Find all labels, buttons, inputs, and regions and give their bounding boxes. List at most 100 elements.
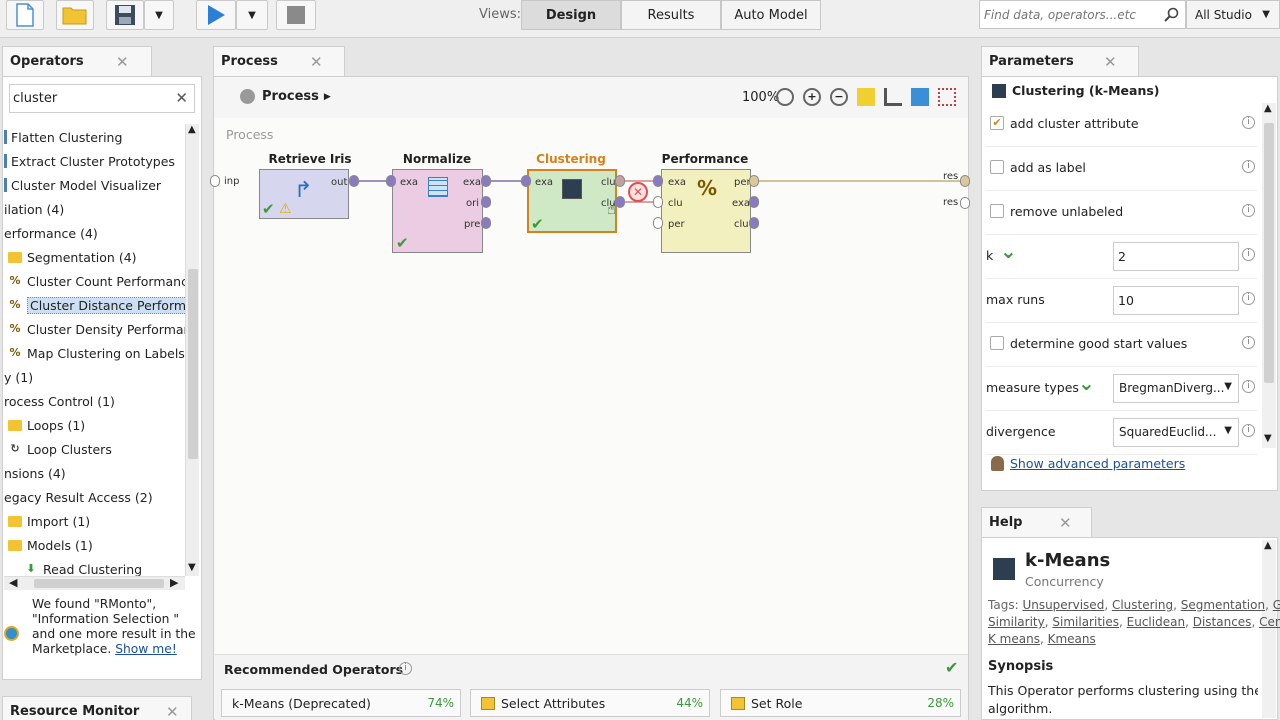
tag-link[interactable]: K means bbox=[988, 632, 1040, 646]
output-port[interactable] bbox=[481, 217, 491, 229]
output-port[interactable] bbox=[481, 175, 491, 187]
operator-tree-item[interactable]: % Cluster Count Performance bbox=[8, 270, 185, 292]
info-icon[interactable]: i bbox=[1242, 424, 1255, 437]
operator-tree-item[interactable]: Models (1) bbox=[8, 534, 93, 556]
close-icon[interactable]: ✕ bbox=[116, 53, 129, 71]
breadcrumb[interactable]: Process ▶ bbox=[240, 89, 331, 104]
recommended-item[interactable]: k-Means (Deprecated) 74% bbox=[221, 689, 461, 717]
tag-link[interactable]: Clustering bbox=[1112, 598, 1173, 612]
tab-auto-model[interactable]: Auto Model bbox=[721, 0, 821, 30]
parameter-checkbox[interactable] bbox=[990, 336, 1004, 350]
process-canvas[interactable]: Process inp res res Retrieve Iris ↱ ✔ ⚠ … bbox=[210, 118, 970, 654]
close-icon[interactable]: ✕ bbox=[166, 703, 179, 720]
operator-tree-item[interactable]: Flatten Clustering bbox=[4, 126, 122, 148]
tag-link[interactable]: Unsupervised bbox=[1022, 598, 1104, 612]
chevron-up-icon[interactable]: ▲ bbox=[1264, 103, 1272, 114]
parameter-checkbox[interactable] bbox=[990, 160, 1004, 174]
info-icon[interactable]: i bbox=[1242, 292, 1255, 305]
input-port[interactable] bbox=[653, 175, 663, 187]
close-icon[interactable]: ✕ bbox=[1059, 514, 1072, 532]
close-icon[interactable]: ✕ bbox=[1104, 53, 1117, 71]
tag-link[interactable]: G bbox=[1273, 598, 1280, 612]
info-icon[interactable]: i bbox=[1242, 116, 1255, 129]
input-port[interactable] bbox=[386, 175, 396, 187]
show-advanced-parameters-link[interactable]: Show advanced parameters bbox=[1010, 456, 1185, 471]
parameter-checkbox[interactable] bbox=[990, 204, 1004, 218]
stop-button[interactable] bbox=[276, 0, 316, 30]
operator-tree-item[interactable]: egacy Result Access (2) bbox=[4, 486, 153, 508]
operator-tree-item[interactable]: Segmentation (4) bbox=[8, 246, 137, 268]
info-icon[interactable]: i bbox=[1242, 336, 1255, 349]
process-input-port[interactable] bbox=[210, 175, 220, 187]
tab-operators[interactable]: Operators ✕ bbox=[2, 46, 152, 76]
operator-retrieve-iris[interactable]: ↱ ✔ ⚠ out bbox=[259, 169, 349, 219]
save-button[interactable] bbox=[106, 0, 144, 30]
input-port[interactable] bbox=[653, 217, 663, 229]
auto-wire-icon[interactable] bbox=[884, 88, 902, 106]
arrange-icon[interactable] bbox=[911, 88, 929, 106]
operator-tree-item[interactable]: % Cluster Density Performanc bbox=[8, 318, 185, 340]
save-dropdown-button[interactable]: ▼ bbox=[144, 0, 174, 30]
checkmark-icon[interactable]: ✔ bbox=[945, 658, 958, 677]
operator-tree-item[interactable]: ↻ Loop Clusters bbox=[8, 438, 111, 460]
operator-tree-item[interactable]: Extract Cluster Prototypes bbox=[4, 150, 175, 172]
tag-link[interactable]: Segmentation bbox=[1181, 598, 1265, 612]
operator-tree-vscrollbar[interactable]: ▲ ▼ bbox=[185, 124, 199, 576]
tab-design[interactable]: Design bbox=[521, 0, 621, 30]
fit-to-screen-icon[interactable] bbox=[938, 88, 956, 106]
output-port[interactable] bbox=[749, 175, 759, 187]
show-me-link[interactable]: Show me! bbox=[115, 642, 177, 656]
run-button[interactable] bbox=[196, 0, 236, 30]
operator-tree-item[interactable]: % Cluster Distance Performan bbox=[8, 294, 185, 316]
tab-parameters[interactable]: Parameters ✕ bbox=[981, 46, 1139, 76]
chevron-up-icon[interactable]: ▲ bbox=[188, 124, 196, 135]
new-process-button[interactable] bbox=[6, 0, 44, 30]
tab-help[interactable]: Help ✕ bbox=[981, 507, 1092, 537]
tag-link[interactable]: Cent bbox=[1259, 615, 1280, 629]
operator-tree-item[interactable]: Cluster Model Visualizer bbox=[4, 174, 161, 196]
add-note-icon[interactable] bbox=[857, 88, 875, 106]
tab-results[interactable]: Results bbox=[621, 0, 721, 30]
parameter-input[interactable]: 10 bbox=[1113, 286, 1239, 315]
output-port[interactable] bbox=[749, 217, 759, 229]
result-port[interactable] bbox=[960, 175, 970, 187]
operator-tree-item[interactable]: ilation (4) bbox=[4, 198, 64, 220]
parameter-checkbox[interactable]: ✔ bbox=[990, 116, 1004, 130]
operator-search-field[interactable]: cluster ✕ bbox=[9, 84, 195, 113]
global-search-input[interactable] bbox=[984, 6, 1159, 24]
chevron-up-icon[interactable]: ▲ bbox=[1264, 540, 1272, 551]
info-icon[interactable]: i bbox=[1242, 204, 1255, 217]
parameter-select[interactable]: SquaredEuclid... ▼ bbox=[1113, 418, 1239, 447]
output-port[interactable] bbox=[349, 175, 359, 187]
result-port[interactable] bbox=[960, 197, 970, 209]
zoom-in-icon[interactable]: + bbox=[803, 88, 821, 106]
scroll-thumb[interactable] bbox=[1264, 123, 1274, 383]
output-port[interactable] bbox=[615, 175, 625, 187]
chevron-down-icon[interactable]: ▼ bbox=[1264, 433, 1272, 444]
operator-tree-item[interactable]: Loops (1) bbox=[8, 414, 85, 436]
clear-icon[interactable]: ✕ bbox=[175, 89, 188, 107]
parameter-select[interactable]: BregmanDiverg... ▼ bbox=[1113, 374, 1239, 403]
info-icon[interactable]: i bbox=[1242, 248, 1255, 261]
remove-connection-icon[interactable]: ✕ bbox=[628, 182, 648, 202]
operator-tree-item[interactable]: rocess Control (1) bbox=[4, 390, 115, 412]
run-dropdown-button[interactable]: ▼ bbox=[236, 0, 268, 30]
tab-process[interactable]: Process ✕ bbox=[213, 46, 345, 76]
chevron-right-icon[interactable]: ▶ bbox=[170, 576, 178, 589]
parameter-input[interactable]: 2 bbox=[1113, 242, 1239, 271]
tag-link[interactable]: Similarity bbox=[988, 615, 1045, 629]
operator-performance[interactable]: % exa clu per per exa clu bbox=[661, 169, 751, 253]
input-port[interactable] bbox=[653, 196, 663, 208]
help-vscrollbar[interactable]: ▲ bbox=[1262, 540, 1276, 718]
recommended-item[interactable]: Set Role 28% bbox=[720, 689, 961, 717]
tag-link[interactable]: Distances bbox=[1193, 615, 1252, 629]
operator-tree-item[interactable]: % Map Clustering on Labels bbox=[8, 342, 184, 364]
operator-tree-item[interactable]: ⬇ Read Clustering bbox=[24, 558, 142, 577]
operator-tree-item[interactable]: Import (1) bbox=[8, 510, 90, 532]
search-icon[interactable] bbox=[1163, 7, 1179, 23]
parameters-vscrollbar[interactable]: ▲ ▼ bbox=[1262, 103, 1276, 448]
tag-link[interactable]: Similarities bbox=[1052, 615, 1119, 629]
operator-tree-item[interactable]: erformance (4) bbox=[4, 222, 98, 244]
operator-tree-item[interactable]: nsions (4) bbox=[4, 462, 66, 484]
output-port[interactable] bbox=[749, 196, 759, 208]
